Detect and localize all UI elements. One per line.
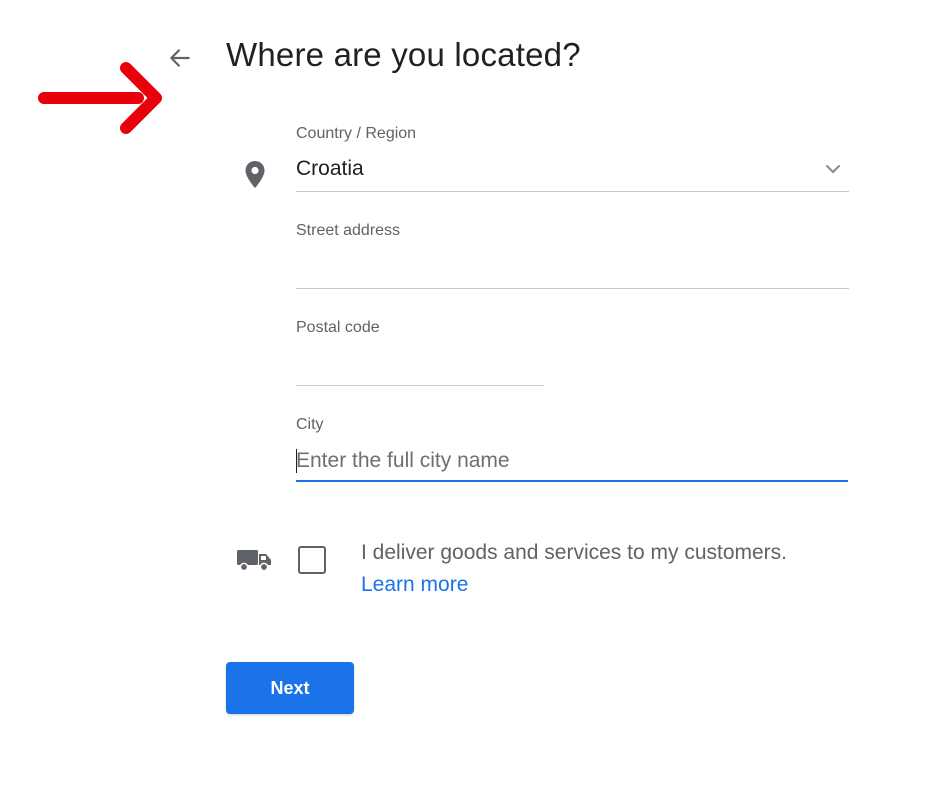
next-button[interactable]: Next [226, 662, 354, 714]
street-address-label: Street address [296, 222, 401, 239]
country-region-value: Croatia [296, 157, 364, 180]
postal-code-input[interactable] [296, 347, 544, 381]
street-address-input[interactable] [296, 250, 849, 284]
country-region-label: Country / Region [296, 125, 417, 142]
country-region-select[interactable]: Country / Region Croatia [296, 125, 849, 193]
page-title: Where are you located? [226, 36, 581, 73]
map-pin-icon [245, 161, 265, 188]
postal-code-field[interactable]: Postal code [296, 319, 544, 387]
city-label: City [296, 416, 324, 433]
city-field[interactable]: City [296, 416, 849, 484]
street-underline [296, 288, 849, 289]
text-cursor [296, 449, 297, 473]
city-underline-focused [296, 480, 848, 482]
postal-underline [296, 385, 544, 386]
truck-icon [237, 550, 271, 572]
business-location-page: Where are you located? Country / Region … [0, 0, 940, 788]
street-address-field[interactable]: Street address [296, 222, 849, 290]
delivery-label: I deliver goods and services to my custo… [361, 541, 788, 564]
postal-code-label: Postal code [296, 319, 380, 336]
back-button[interactable] [160, 38, 200, 78]
delivery-checkbox[interactable] [298, 546, 326, 574]
learn-more-link[interactable]: Learn more [361, 573, 468, 597]
city-input[interactable] [296, 444, 849, 478]
red-arrow-annotation [38, 62, 162, 134]
chevron-down-icon [826, 165, 840, 173]
country-underline [296, 191, 849, 192]
arrow-left-icon [170, 49, 190, 67]
